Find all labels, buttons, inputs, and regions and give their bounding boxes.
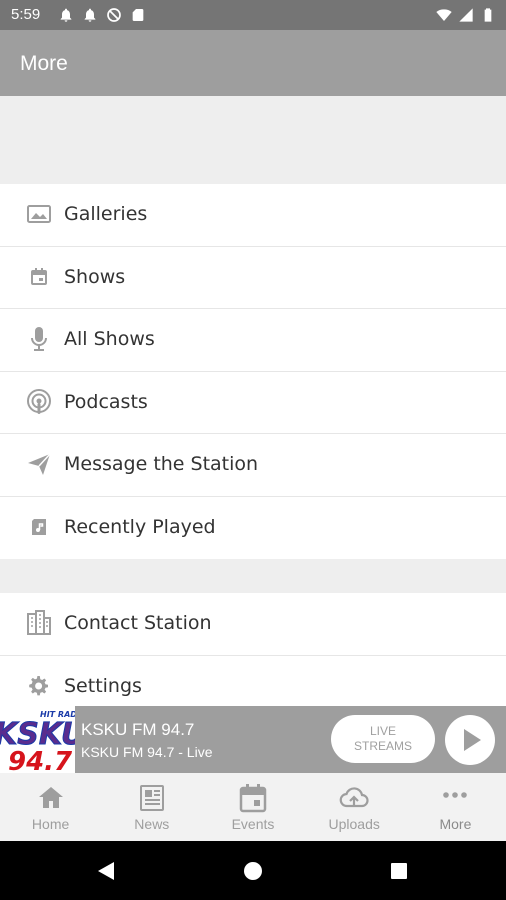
- nav-news[interactable]: News: [101, 773, 202, 841]
- player-subtitle: KSKU FM 94.7 - Live: [81, 744, 213, 760]
- status-left-icons: [58, 7, 146, 23]
- live-streams-line2: STREAMS: [353, 739, 412, 753]
- page-title: More: [20, 52, 68, 75]
- menu-group-primary: Galleries Shows All Shows Podcasts Messa…: [0, 184, 506, 559]
- nav-label: More: [439, 816, 472, 832]
- send-icon: [28, 453, 51, 475]
- menu-item-label: Shows: [64, 265, 126, 288]
- nav-more[interactable]: More: [405, 773, 506, 841]
- music-note-icon: [32, 518, 46, 535]
- menu-item-label: Recently Played: [64, 515, 216, 538]
- status-bar: 5:59: [0, 0, 506, 30]
- upload-cloud-icon: [339, 787, 369, 808]
- menu-item-label: Podcasts: [64, 390, 148, 413]
- live-streams-label: LIVE STREAMS: [354, 724, 412, 754]
- sd-card-icon: [132, 9, 144, 21]
- gear-icon: [29, 675, 48, 695]
- menu-item-galleries[interactable]: Galleries: [0, 184, 506, 247]
- nav-label: Home: [31, 816, 70, 832]
- calendar-icon: [239, 784, 267, 813]
- home-circle-icon[interactable]: [243, 861, 263, 881]
- podcast-icon: [27, 388, 51, 414]
- menu-item-label: Contact Station: [64, 612, 212, 634]
- nav-home[interactable]: Home: [0, 773, 101, 841]
- app-bar: More: [0, 30, 506, 96]
- android-nav-bar: [0, 841, 506, 900]
- menu-group-secondary: Contact Station Settings: [0, 593, 506, 718]
- status-time: 5:59: [11, 6, 41, 23]
- no-entry-icon: [107, 8, 121, 22]
- mini-player[interactable]: HIT RADIO KSKU 94.7 KSKU FM 94.7 KSKU FM…: [0, 706, 506, 773]
- player-title: KSKU FM 94.7: [81, 720, 195, 739]
- live-streams-button[interactable]: LIVE STREAMS: [331, 715, 435, 763]
- back-icon[interactable]: [95, 860, 117, 882]
- status-right-icons: [436, 7, 496, 23]
- bottom-nav: Home News Events Uploads More: [0, 773, 506, 841]
- play-button[interactable]: [445, 715, 495, 765]
- menu-item-message-station[interactable]: Message the Station: [0, 434, 506, 497]
- image-icon: [27, 205, 51, 223]
- home-icon: [38, 787, 63, 808]
- recents-icon[interactable]: [390, 862, 408, 880]
- calendar-icon: [31, 267, 47, 285]
- menu-item-recently-played[interactable]: Recently Played: [0, 497, 506, 560]
- play-icon: [464, 729, 481, 751]
- menu-item-label: Message the Station: [64, 453, 259, 475]
- station-logo-image: HIT RADIO KSKU 94.7: [0, 706, 75, 773]
- wifi-icon: [436, 9, 452, 21]
- building-icon: [27, 610, 51, 635]
- live-streams-line1: LIVE: [369, 724, 396, 738]
- nav-uploads[interactable]: Uploads: [304, 773, 405, 841]
- menu-item-label: All Shows: [64, 328, 155, 350]
- notification-bell-icon: [60, 8, 72, 22]
- menu-item-all-shows[interactable]: All Shows: [0, 309, 506, 372]
- nav-events[interactable]: Events: [202, 773, 303, 841]
- notification-bell-icon: [84, 8, 96, 22]
- menu-item-label: Settings: [64, 674, 142, 697]
- nav-label: Events: [231, 816, 275, 832]
- signal-icon: [459, 8, 473, 22]
- microphone-icon: [31, 327, 47, 351]
- menu-item-podcasts[interactable]: Podcasts: [0, 372, 506, 434]
- station-logo: HIT RADIO KSKU 94.7: [0, 706, 75, 773]
- menu-item-label: Galleries: [64, 203, 148, 225]
- nav-label: Uploads: [328, 816, 380, 832]
- newspaper-icon: [139, 785, 164, 811]
- station-logo-sub: 94.7: [8, 747, 73, 773]
- nav-label: News: [134, 816, 170, 832]
- battery-icon: [484, 8, 492, 22]
- menu-item-shows[interactable]: Shows: [0, 247, 506, 309]
- more-dots-icon: [443, 792, 468, 798]
- menu-item-contact-station[interactable]: Contact Station: [0, 593, 506, 656]
